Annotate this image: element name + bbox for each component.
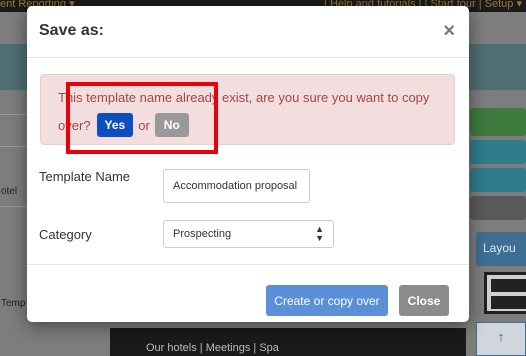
background-side-text: Temp xyxy=(1,298,26,309)
select-arrows-icon: ▲ ▼ xyxy=(315,224,324,243)
category-select[interactable]: Prospecting ▲ ▼ xyxy=(163,220,334,248)
alert-message-continued: over? xyxy=(58,117,91,133)
category-selected-value: Prospecting xyxy=(173,228,232,240)
close-button[interactable]: Close xyxy=(399,285,449,316)
background-divider xyxy=(0,206,28,207)
background-teal-button xyxy=(470,140,526,164)
category-label: Category xyxy=(39,227,92,242)
background-green-button xyxy=(470,108,526,136)
background-teal-button xyxy=(470,168,526,192)
background-layout-panel: Layou xyxy=(476,232,526,266)
save-as-modal: Save as: × This template name already ex… xyxy=(27,6,469,322)
background-footer-links: Our hotels | Meetings | Spa xyxy=(146,342,279,354)
overwrite-warning-alert: This template name already exist, are yo… xyxy=(40,74,455,145)
modal-footer: Create or copy over Close xyxy=(27,264,469,322)
background-side-text: otel xyxy=(1,186,18,197)
background-divider xyxy=(0,146,28,147)
alert-confirm-row: over? Yes or No xyxy=(58,113,189,137)
yes-button[interactable]: Yes xyxy=(96,113,134,137)
close-icon[interactable]: × xyxy=(443,21,455,41)
background-footer: Our hotels | Meetings | Spa xyxy=(110,328,466,356)
background-layout-icon xyxy=(484,272,526,314)
no-button[interactable]: No xyxy=(154,113,189,137)
modal-header: Save as: × xyxy=(27,6,469,58)
template-name-input[interactable] xyxy=(163,169,310,203)
modal-title: Save as: xyxy=(39,22,104,39)
background-divider xyxy=(0,114,28,115)
create-or-copy-over-button[interactable]: Create or copy over xyxy=(266,285,388,316)
template-name-label: Template Name xyxy=(39,169,131,184)
background-gray-button xyxy=(470,196,526,220)
alert-message: This template name already exist, are yo… xyxy=(58,90,430,105)
background-up-arrow-icon: ↑ xyxy=(476,322,526,356)
or-text: or xyxy=(138,117,150,133)
